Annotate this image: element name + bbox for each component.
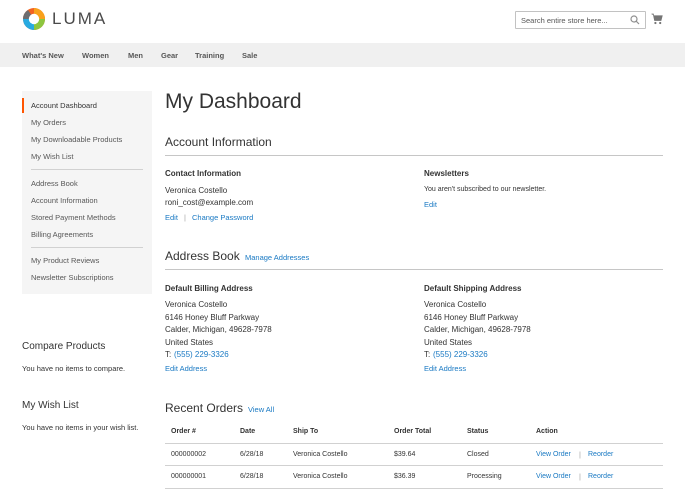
column-header-status: Status bbox=[467, 428, 489, 435]
nav-item-training[interactable]: Training bbox=[195, 51, 224, 60]
view-all-orders-link[interactable]: View All bbox=[248, 405, 274, 414]
shipping-phone-prefix: T: bbox=[424, 350, 431, 359]
order-ship-to: Veronica Costello bbox=[293, 451, 348, 458]
cart-icon[interactable] bbox=[651, 13, 663, 25]
table-row-divider bbox=[165, 465, 663, 466]
sidebar-divider bbox=[31, 247, 143, 248]
column-header-order-number: Order # bbox=[171, 428, 196, 435]
edit-newsletters-link[interactable]: Edit bbox=[424, 200, 437, 209]
sidebar-item-downloadable-products[interactable]: My Downloadable Products bbox=[31, 135, 122, 144]
shipping-country: United States bbox=[424, 338, 473, 347]
edit-contact-link[interactable]: Edit bbox=[165, 213, 178, 222]
edit-billing-address-link[interactable]: Edit Address bbox=[165, 364, 207, 373]
sidebar-item-my-orders[interactable]: My Orders bbox=[31, 118, 66, 127]
sidebar-item-wish-list[interactable]: My Wish List bbox=[31, 152, 74, 161]
billing-name: Veronica Costello bbox=[165, 300, 228, 309]
order-number: 000000002 bbox=[171, 451, 207, 458]
recent-orders-title: Recent Orders bbox=[165, 401, 244, 415]
account-information-title: Account Information bbox=[165, 135, 272, 149]
action-separator: | bbox=[579, 450, 581, 459]
reorder-link[interactable]: Reorder bbox=[588, 473, 613, 480]
table-header-divider bbox=[165, 443, 663, 444]
address-book-title: Address Book bbox=[165, 249, 240, 263]
shipping-street: 6146 Honey Bluff Parkway bbox=[424, 313, 519, 322]
manage-addresses-link[interactable]: Manage Addresses bbox=[245, 253, 309, 262]
billing-country: United States bbox=[165, 338, 214, 347]
compare-products-empty: You have no items to compare. bbox=[22, 364, 126, 373]
order-status: Processing bbox=[467, 473, 502, 480]
shipping-city: Calder, Michigan, 49628-7978 bbox=[424, 325, 531, 334]
billing-street: 6146 Honey Bluff Parkway bbox=[165, 313, 260, 322]
order-total: $39.64 bbox=[394, 451, 416, 458]
column-header-order-total: Order Total bbox=[394, 428, 432, 435]
luma-logo[interactable]: LUMA bbox=[22, 7, 107, 31]
column-header-date: Date bbox=[240, 428, 256, 435]
page-title: My Dashboard bbox=[165, 90, 302, 113]
link-separator: | bbox=[184, 213, 186, 222]
sidebar-item-newsletter-subscriptions[interactable]: Newsletter Subscriptions bbox=[31, 273, 114, 282]
order-date: 6/28/18 bbox=[240, 451, 264, 458]
billing-phone-prefix: T: bbox=[165, 350, 172, 359]
sidebar-divider bbox=[31, 169, 143, 170]
sidebar-item-billing-agreements[interactable]: Billing Agreements bbox=[31, 230, 93, 239]
sidebar-item-account-information[interactable]: Account Information bbox=[31, 196, 98, 205]
table-row-divider bbox=[165, 488, 663, 489]
newsletters-status: You aren't subscribed to our newsletter. bbox=[424, 186, 547, 193]
brand-name: LUMA bbox=[52, 9, 108, 28]
main-navigation: What's New Women Men Gear Training Sale bbox=[0, 43, 685, 67]
section-divider bbox=[165, 269, 663, 270]
compare-products-title: Compare Products bbox=[22, 341, 106, 352]
active-item-marker bbox=[22, 98, 24, 113]
contact-information-title: Contact Information bbox=[165, 169, 241, 178]
contact-email: roni_cost@example.com bbox=[165, 198, 254, 207]
change-password-link[interactable]: Change Password bbox=[192, 213, 253, 222]
search-input[interactable] bbox=[516, 12, 626, 28]
contact-name: Veronica Costello bbox=[165, 186, 228, 195]
nav-item-whats-new[interactable]: What's New bbox=[22, 51, 64, 60]
column-header-ship-to: Ship To bbox=[293, 428, 319, 435]
nav-item-gear[interactable]: Gear bbox=[161, 51, 178, 60]
order-total: $36.39 bbox=[394, 473, 416, 480]
sidebar-item-product-reviews[interactable]: My Product Reviews bbox=[31, 256, 99, 265]
search-box bbox=[515, 11, 646, 29]
wish-list-title: My Wish List bbox=[22, 400, 79, 411]
default-billing-title: Default Billing Address bbox=[165, 284, 253, 293]
account-navigation: Account Dashboard My Orders My Downloada… bbox=[22, 91, 152, 294]
order-date: 6/28/18 bbox=[240, 473, 264, 480]
wish-list-empty: You have no items in your wish list. bbox=[22, 423, 139, 432]
luma-logo-icon bbox=[23, 8, 45, 30]
billing-city: Calder, Michigan, 49628-7978 bbox=[165, 325, 272, 334]
order-ship-to: Veronica Costello bbox=[293, 473, 348, 480]
nav-item-women[interactable]: Women bbox=[82, 51, 109, 60]
shipping-name: Veronica Costello bbox=[424, 300, 487, 309]
view-order-link[interactable]: View Order bbox=[536, 473, 571, 480]
shipping-phone-link[interactable]: (555) 229-3326 bbox=[433, 350, 488, 359]
sidebar-item-account-dashboard[interactable]: Account Dashboard bbox=[31, 101, 97, 110]
sidebar-item-stored-payment-methods[interactable]: Stored Payment Methods bbox=[31, 213, 116, 222]
newsletters-title: Newsletters bbox=[424, 169, 469, 178]
column-header-action: Action bbox=[536, 428, 558, 435]
billing-phone-link[interactable]: (555) 229-3326 bbox=[174, 350, 229, 359]
section-divider bbox=[165, 155, 663, 156]
edit-shipping-address-link[interactable]: Edit Address bbox=[424, 364, 466, 373]
action-separator: | bbox=[579, 472, 581, 481]
header: LUMA bbox=[0, 0, 685, 43]
order-status: Closed bbox=[467, 451, 489, 458]
view-order-link[interactable]: View Order bbox=[536, 451, 571, 458]
nav-item-men[interactable]: Men bbox=[128, 51, 143, 60]
order-number: 000000001 bbox=[171, 473, 207, 480]
nav-item-sale[interactable]: Sale bbox=[242, 51, 257, 60]
reorder-link[interactable]: Reorder bbox=[588, 451, 613, 458]
default-shipping-title: Default Shipping Address bbox=[424, 284, 522, 293]
sidebar-item-address-book[interactable]: Address Book bbox=[31, 179, 78, 188]
search-icon[interactable] bbox=[630, 15, 640, 25]
